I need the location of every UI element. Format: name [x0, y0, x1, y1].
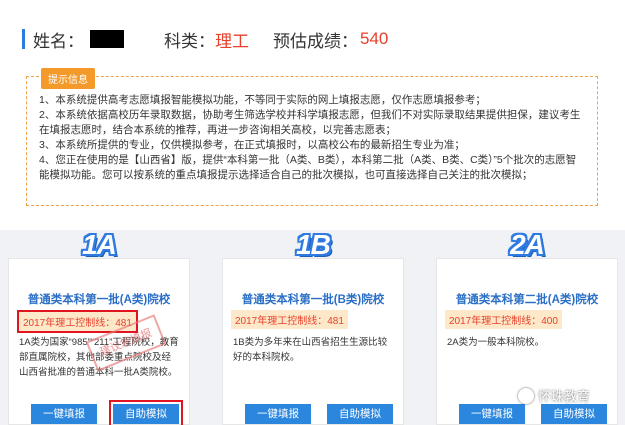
one-click-fill-button[interactable]: 一键填报 [245, 404, 311, 424]
score-label: 预估成绩： [273, 31, 358, 51]
card-title[interactable]: 普通类本科第二批(A类)院校 [437, 291, 617, 307]
notice-line: 2、本系统依据高校历年录取数据，协助考生筛选学校并科学填报志愿，但我们不对实际录… [39, 109, 581, 136]
accent-bar [22, 29, 25, 49]
notice-line: 4、您正在使用的是【山西省】版，提供“本科第一批（A类、B类），本科第二批（A类… [39, 154, 577, 181]
batch-card-1a: 1A 普通类本科第一批(A类)院校 2017年理工控制线：481 1A类为国家“… [8, 229, 190, 425]
student-info-bar: 姓名： 科类： 理工 预估成绩： 540 [22, 26, 388, 52]
card-description: 1B类为多年来在山西省招生生源比较好的本科院校。 [233, 337, 388, 363]
card-title[interactable]: 普通类本科第一批(B类)院校 [223, 291, 403, 307]
watermark: 怀珠教育 [518, 386, 590, 405]
wechat-icon [518, 387, 534, 404]
control-line: 2017年理工控制线：481 [231, 310, 348, 329]
badge-1b: 1B [296, 229, 331, 260]
watermark-text: 怀珠教育 [538, 389, 591, 404]
notice-tag: 提示信息 [41, 68, 95, 89]
badge-2a: 2A [510, 229, 545, 260]
notice-lines: 1、本系统提供高考志愿填报智能模拟功能，不等同于实际的网上填报志愿，仅作志愿填报… [39, 93, 583, 183]
notice-line: 1、本系统提供高考志愿填报智能模拟功能，不等同于实际的网上填报志愿，仅作志愿填报… [39, 94, 486, 106]
notice-line: 3、本系统所提供的专业，仅供模拟参考，在正式填报时，以高校公布的最新招生专业为准… [39, 139, 465, 151]
self-simulate-button[interactable]: 自助模拟 [327, 404, 393, 424]
batch-card-1b: 1B 普通类本科第一批(B类)院校 2017年理工控制线：481 1B类为多年来… [222, 229, 404, 425]
control-line: 2017年理工控制线：400 [445, 310, 562, 329]
score-value: 540 [360, 29, 389, 48]
badge-1a: 1A [82, 229, 117, 260]
one-click-fill-button[interactable]: 一键填报 [459, 404, 525, 424]
card-title[interactable]: 普通类本科第一批(A类)院校 [9, 291, 189, 307]
simulate-highlight [109, 400, 183, 425]
self-simulate-button[interactable]: 自助模拟 [541, 404, 607, 424]
major-value: 理工 [215, 31, 249, 51]
notice-box: 提示信息 1、本系统提供高考志愿填报智能模拟功能，不等同于实际的网上填报志愿，仅… [26, 68, 598, 206]
name-redaction [90, 30, 124, 48]
one-click-fill-button[interactable]: 一键填报 [31, 404, 97, 424]
name-label: 姓名： [33, 31, 84, 51]
major-label: 科类： [164, 31, 215, 51]
card-description: 2A类为一般本科院校。 [447, 337, 545, 348]
